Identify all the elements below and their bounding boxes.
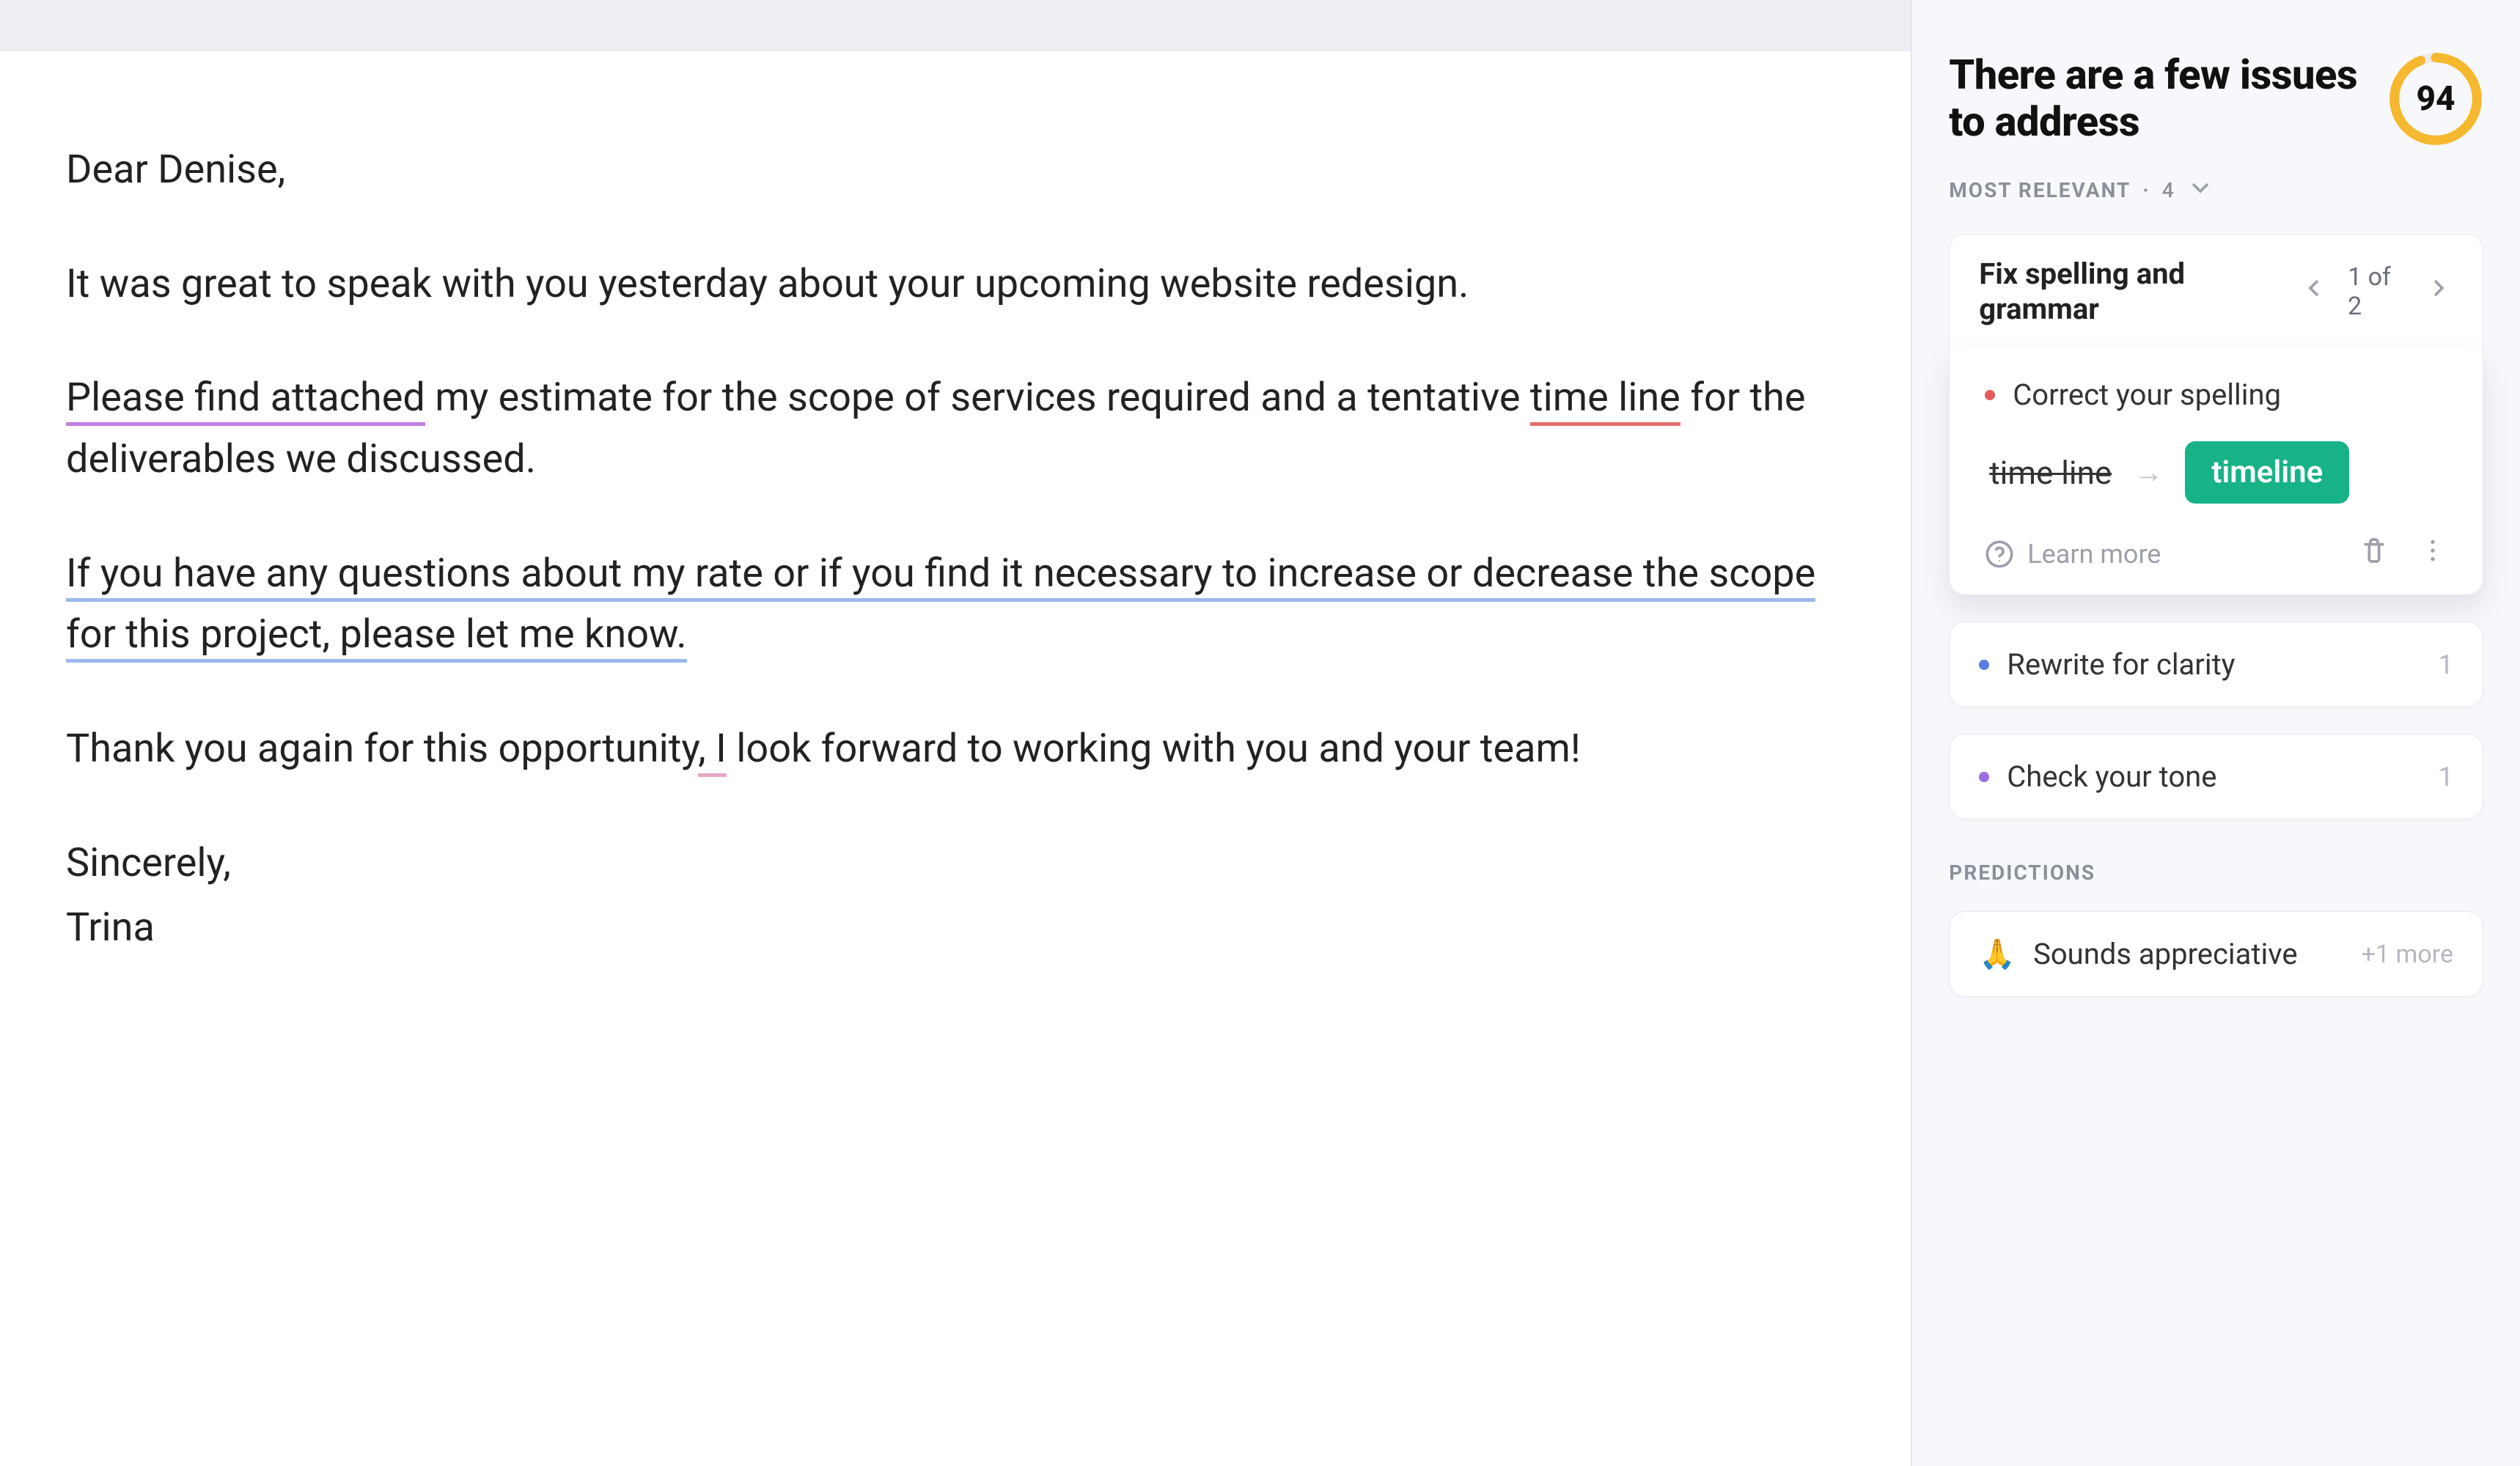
paragraph-4[interactable]: Thank you again for this opportunity, I … (66, 718, 1845, 780)
group-header: Fix spelling and grammar 1 of 2 (1949, 234, 2483, 350)
replacement-button[interactable]: timeline (2185, 441, 2349, 504)
learn-more-button[interactable]: Learn more (1985, 539, 2161, 570)
pager-next-icon[interactable] (2424, 273, 2453, 310)
arrow-right-icon: → (2134, 455, 2163, 490)
prediction-label: Sounds appreciative (2033, 937, 2297, 971)
suggestion-card: Correct your spelling time line → timeli… (1949, 348, 2483, 595)
more-options-icon[interactable] (2418, 536, 2447, 572)
underline-pink[interactable]: , I (698, 726, 727, 777)
predictions-label: PREDICTIONS (1949, 861, 2483, 885)
sidebar-title: There are a few issues to address (1949, 51, 2366, 146)
paragraph-1[interactable]: It was great to speak with you yesterday… (66, 254, 1845, 315)
collapsed-card-clarity[interactable]: Rewrite for clarity 1 (1949, 622, 2483, 707)
sign-name[interactable]: Trina (66, 897, 1845, 959)
most-relevant-header[interactable]: MOST RELEVANT · 4 (1949, 173, 2483, 207)
replacement-row: time line → timeline (1985, 441, 2447, 504)
prediction-emoji-icon: 🙏 (1979, 937, 2016, 971)
pager-prev-icon[interactable] (2299, 273, 2329, 310)
prediction-card[interactable]: 🙏 Sounds appreciative +1 more (1949, 911, 2483, 997)
score-ring[interactable]: 94 (2388, 51, 2483, 147)
underline-red[interactable]: time line (1530, 375, 1680, 426)
dot-purple-icon (1979, 772, 1989, 782)
suggestion-group: Fix spelling and grammar 1 of 2 Correct … (1949, 234, 2483, 595)
document-editor[interactable]: Dear Denise, It was great to speak with … (0, 51, 1911, 1466)
suggestion-title-row: Correct your spelling (1985, 377, 2447, 412)
editor-pane: Dear Denise, It was great to speak with … (0, 0, 1911, 1466)
chevron-down-icon[interactable] (2186, 173, 2215, 207)
pager-text: 1 of 2 (2348, 262, 2405, 321)
greeting[interactable]: Dear Denise, (66, 139, 1845, 201)
original-text: time line (1989, 454, 2112, 492)
most-relevant-label: MOST RELEVANT (1949, 178, 2131, 202)
suggestion-footer: Learn more (1985, 536, 2447, 572)
underline-blue[interactable]: If you have any questions about my rate … (66, 550, 1815, 663)
score-value: 94 (2388, 51, 2483, 147)
collapsed-count: 1 (2439, 762, 2453, 792)
collapsed-card-tone[interactable]: Check your tone 1 (1949, 734, 2483, 819)
most-relevant-count: 4 (2162, 178, 2174, 202)
dismiss-icon[interactable] (2359, 536, 2389, 572)
dot-blue-icon (1979, 660, 1989, 670)
editor-topbar (0, 0, 1911, 51)
dot-red-icon (1985, 390, 1995, 400)
paragraph-3[interactable]: If you have any questions about my rate … (66, 543, 1845, 666)
question-circle-icon (1985, 539, 2014, 569)
collapsed-count: 1 (2439, 649, 2453, 680)
paragraph-2[interactable]: Please find attached my estimate for the… (66, 367, 1845, 490)
group-title: Fix spelling and grammar (1979, 257, 2299, 327)
signature-block[interactable]: Sincerely, Trina (66, 833, 1845, 958)
prediction-more: +1 more (2362, 940, 2453, 969)
collapsed-label: Check your tone (2007, 759, 2216, 794)
sign-off[interactable]: Sincerely, (66, 833, 1845, 894)
sidebar-header: There are a few issues to address 94 (1949, 51, 2483, 147)
group-pager: 1 of 2 (2299, 262, 2453, 321)
collapsed-label: Rewrite for clarity (2007, 647, 2235, 682)
underline-purple[interactable]: Please find attached (66, 375, 425, 426)
suggestion-title: Correct your spelling (2013, 377, 2281, 412)
suggestions-sidebar: There are a few issues to address 94 MOS… (1911, 0, 2520, 1466)
